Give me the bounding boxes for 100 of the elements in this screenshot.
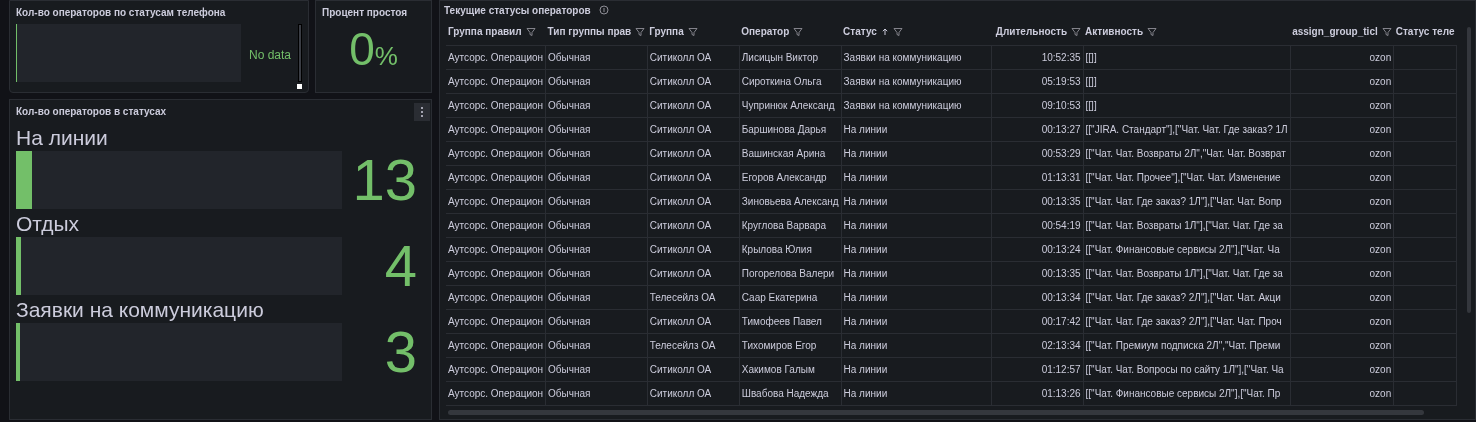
table-cell: Хакимов Галым bbox=[741, 363, 815, 375]
table-cell: Обычная bbox=[548, 387, 591, 399]
table-cell: Погорелова Валери bbox=[741, 267, 835, 279]
column-header[interactable]: Статус bbox=[843, 24, 877, 40]
filter-icon[interactable] bbox=[793, 26, 804, 37]
filter-icon[interactable] bbox=[635, 26, 646, 37]
table-cell: На линии bbox=[843, 171, 888, 183]
table-cell: Баршинова Дарья bbox=[741, 123, 827, 135]
table-cell: Вашинская Арина bbox=[741, 147, 826, 159]
table-cell: Обычная bbox=[548, 267, 591, 279]
table-cell: Ситиколл ОА bbox=[649, 363, 712, 375]
sort-ascending-icon[interactable] bbox=[880, 26, 889, 37]
table-cell: Обычная bbox=[548, 315, 591, 327]
table-cell: На линии bbox=[843, 387, 888, 399]
table-cell: Аутсорс. Операцион bbox=[448, 51, 544, 63]
table-cell: Ситиколл ОА bbox=[649, 387, 712, 399]
table-cell: ozon bbox=[1369, 387, 1392, 399]
table-cell: Обычная bbox=[548, 75, 591, 87]
table-cell: Аутсорс. Операцион bbox=[448, 267, 544, 279]
table-cell: [["Чат. Чат. Где заказ? 2Л"],["Чат. Чат. Акци bbox=[1085, 291, 1281, 303]
table-cell: Ситиколл ОА bbox=[649, 147, 712, 159]
gauge-label: Отдых bbox=[16, 211, 81, 237]
table-cell: Аутсорс. Операцион bbox=[448, 99, 544, 111]
filter-icon[interactable] bbox=[687, 26, 698, 37]
filter-icon[interactable] bbox=[892, 26, 903, 37]
filter-icon[interactable] bbox=[1147, 26, 1158, 37]
table-cell: Аутсорс. Операцион bbox=[448, 387, 544, 399]
table-cell: ozon bbox=[1369, 339, 1392, 351]
no-data-message: No data bbox=[248, 47, 291, 64]
table-cell: Аутсорс. Операцион bbox=[448, 291, 544, 303]
table-cell: Крылова Юлия bbox=[741, 243, 812, 255]
table-cell: ozon bbox=[1369, 99, 1392, 111]
table-cell: ozon bbox=[1369, 171, 1392, 183]
filter-icon[interactable] bbox=[1381, 26, 1392, 37]
table-cell: Обычная bbox=[548, 171, 591, 183]
table-cell: [[]] bbox=[1085, 75, 1097, 87]
table-cell: 02:13:34 bbox=[1041, 339, 1081, 351]
table-cell: [["Чат. Чат. Где заказ? 1Л"],["Чат. Чат. Вопр bbox=[1085, 195, 1282, 207]
panel-title: Текущие статусы операторов bbox=[444, 3, 591, 18]
table-cell: Заявки на коммуникацию bbox=[843, 75, 962, 87]
table-cell: [["Чат. Премиум подписка 2Л","Чат. Преми bbox=[1085, 339, 1281, 351]
menu-icon[interactable] bbox=[414, 102, 430, 121]
table-cell: ozon bbox=[1369, 75, 1392, 87]
info-icon[interactable] bbox=[598, 5, 609, 15]
table-cell: Ситиколл ОА bbox=[649, 75, 712, 87]
column-header[interactable]: Активность bbox=[1085, 24, 1144, 40]
table-cell: Обычная bbox=[548, 243, 591, 255]
table-cell: 05:19:53 bbox=[1041, 75, 1081, 87]
table-cell: 01:12:57 bbox=[1041, 363, 1081, 375]
table-cell: 00:54:19 bbox=[1041, 219, 1081, 231]
table-cell: ozon bbox=[1369, 267, 1392, 279]
table-cell: ozon bbox=[1369, 123, 1392, 135]
table-cell: 00:53:29 bbox=[1041, 147, 1081, 159]
gauge-value: 4 bbox=[383, 237, 417, 295]
table-cell: [["Чат. Финансовые сервисы 2Л"],["Чат. Ча bbox=[1085, 243, 1280, 255]
table-cell: [["JIRA. Стандарт"],["Чат. Чат. Где заказ? 1Л bbox=[1085, 123, 1288, 135]
table-cell: Ситиколл ОА bbox=[649, 123, 712, 135]
table-cell: Обычная bbox=[548, 99, 591, 111]
table-cell: Аутсорс. Операцион bbox=[448, 339, 544, 351]
filter-icon[interactable] bbox=[1071, 26, 1082, 37]
table-cell: 00:13:27 bbox=[1041, 123, 1081, 135]
table-cell: Обычная bbox=[548, 219, 591, 231]
gauge-value: 3 bbox=[383, 323, 417, 381]
panel-title: Кол-во операторов в статусах bbox=[16, 105, 167, 119]
column-header[interactable]: Группа правил bbox=[448, 24, 522, 40]
table-cell: [["Чат. Чат. Возвраты 1Л"],["Чат. Чат. Где за bbox=[1085, 219, 1283, 231]
table-cell: На линии bbox=[843, 315, 888, 327]
table-cell: Аутсорс. Операцион bbox=[448, 219, 544, 231]
table-cell: 01:13:31 bbox=[1041, 171, 1081, 183]
table-cell: Ситиколл ОА bbox=[649, 267, 712, 279]
table-cell: 00:13:34 bbox=[1041, 291, 1081, 303]
column-header[interactable]: Группа bbox=[649, 24, 684, 40]
table-cell: Чупринюк Александ bbox=[741, 99, 835, 111]
column-header[interactable]: assign_group_ticl bbox=[1292, 24, 1378, 40]
gauge-value: 13 bbox=[352, 151, 417, 209]
filter-icon[interactable] bbox=[525, 26, 536, 37]
table-cell: Ситиколл ОА bbox=[649, 243, 712, 255]
table-cell: 00:13:35 bbox=[1041, 195, 1081, 207]
table-cell: Швабова Надежда bbox=[741, 387, 829, 399]
table-cell: ozon bbox=[1369, 363, 1392, 375]
table-cell: На линии bbox=[843, 243, 888, 255]
table-cell: ozon bbox=[1369, 195, 1392, 207]
vertical-scrollbar[interactable] bbox=[297, 24, 302, 82]
table-cell: На линии bbox=[843, 291, 888, 303]
column-header[interactable]: Тип группы прав bbox=[547, 24, 632, 40]
table-cell: Обычная bbox=[548, 195, 591, 207]
table-cell: Аутсорс. Операцион bbox=[448, 171, 544, 183]
table-cell: [["Чат. Чат. Прочее"],["Чат. Чат. Изменение bbox=[1085, 171, 1281, 183]
gauge-label: Заявки на коммуникацию bbox=[16, 297, 265, 323]
table-cell: Ситиколл ОА bbox=[649, 171, 712, 183]
table-cell: [["Чат. Чат. Возвраты 2Л","Чат. Чат. Возврат bbox=[1085, 147, 1286, 159]
table-cell: 00:13:24 bbox=[1041, 243, 1081, 255]
stat-value: 0 bbox=[349, 26, 375, 72]
table-cell: Заявки на коммуникацию bbox=[843, 99, 962, 111]
panel-title: Кол-во операторов по статусам телефона bbox=[16, 6, 227, 20]
column-header[interactable]: Оператор bbox=[741, 24, 790, 40]
table-cell: Аутсорс. Операцион bbox=[448, 315, 544, 327]
horizontal-scrollbar[interactable] bbox=[448, 410, 1424, 415]
column-header[interactable]: Статус теле bbox=[1395, 24, 1455, 40]
column-header[interactable]: Длительность bbox=[995, 24, 1068, 40]
